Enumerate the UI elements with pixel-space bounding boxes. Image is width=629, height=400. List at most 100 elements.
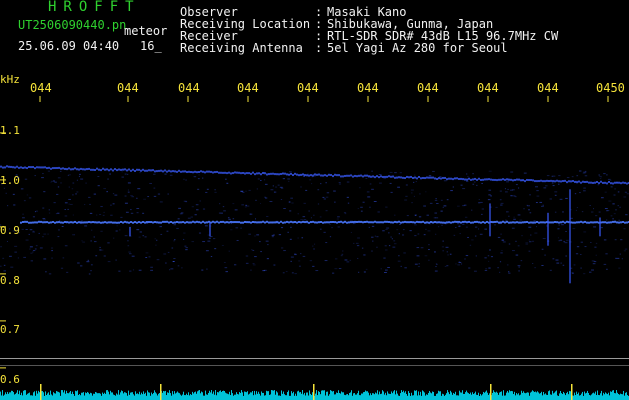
noise-bar	[610, 391, 611, 400]
carrier-upper	[68, 167, 70, 170]
carrier-main	[68, 221, 70, 224]
signal-speckle	[138, 236, 141, 238]
signal-speckle	[290, 226, 292, 228]
noise-bar	[181, 395, 182, 400]
signal-speckle	[89, 212, 93, 214]
signal-speckle	[57, 212, 60, 214]
carrier-main	[348, 221, 350, 224]
signal-speckle	[557, 237, 559, 239]
signal-speckle	[68, 186, 70, 188]
signal-speckle	[404, 199, 408, 201]
signal-speckle	[57, 236, 60, 238]
noise-bar	[144, 393, 145, 400]
noise-bar	[554, 392, 555, 400]
signal-speckle	[199, 200, 201, 202]
noise-bar	[37, 393, 38, 400]
noise-bar	[179, 393, 180, 400]
noise-bar	[126, 393, 127, 400]
signal-speckle	[144, 236, 147, 238]
signal-speckle	[440, 199, 443, 201]
carrier-main	[92, 221, 94, 224]
carrier-main	[436, 221, 438, 224]
noise-bar	[400, 393, 401, 400]
noise-bar	[379, 391, 380, 400]
noise-bar	[566, 393, 567, 400]
carrier-upper	[284, 172, 286, 175]
signal-speckle	[103, 188, 106, 190]
noise-bar	[188, 392, 189, 400]
signal-speckle	[48, 273, 52, 275]
carrier-upper	[312, 174, 314, 177]
carrier-upper	[194, 170, 196, 173]
carrier-upper	[354, 174, 356, 177]
signal-speckle	[579, 192, 581, 194]
signal-speckle	[595, 254, 597, 256]
signal-speckle	[366, 191, 370, 193]
noise-bar	[282, 393, 283, 400]
signal-speckle	[78, 175, 80, 177]
noise-bar	[513, 394, 514, 400]
signal-speckle	[342, 250, 344, 252]
noise-bar	[120, 392, 121, 400]
noise-bar	[415, 390, 416, 400]
carrier-main	[502, 220, 504, 223]
signal-speckle	[271, 236, 274, 238]
noise-bar	[131, 392, 132, 400]
signal-speckle	[313, 175, 316, 177]
signal-speckle	[227, 217, 230, 219]
carrier-main	[142, 220, 144, 223]
signal-speckle	[337, 216, 340, 218]
signal-speckle	[617, 205, 619, 207]
noise-bar	[36, 390, 37, 400]
carrier-upper	[314, 173, 316, 176]
signal-speckle	[24, 178, 28, 180]
noise-bar	[214, 394, 215, 400]
carrier-main	[254, 221, 256, 224]
carrier-upper	[370, 175, 372, 178]
noise-bar	[293, 391, 294, 400]
signal-speckle	[536, 190, 539, 192]
noise-bar	[360, 395, 361, 400]
signal-speckle	[185, 247, 188, 249]
signal-speckle	[405, 195, 408, 197]
carrier-main	[88, 221, 90, 224]
carrier-main	[396, 221, 398, 224]
signal-speckle	[245, 255, 249, 257]
noise-bar	[95, 391, 96, 400]
noise-bar	[152, 394, 153, 400]
carrier-main	[86, 221, 88, 224]
carrier-main	[42, 221, 44, 224]
signal-speckle	[385, 228, 388, 230]
signal-speckle	[64, 202, 68, 204]
carrier-upper	[180, 170, 182, 173]
carrier-main	[422, 220, 424, 223]
signal-speckle	[47, 170, 51, 172]
carrier-upper	[158, 169, 160, 172]
noise-bar	[140, 394, 141, 400]
signal-speckle	[572, 228, 576, 230]
signal-speckle	[80, 219, 83, 221]
carrier-main	[558, 221, 560, 224]
carrier-upper	[54, 167, 56, 170]
signal-speckle	[64, 245, 68, 247]
noise-bar	[297, 391, 298, 400]
signal-speckle	[324, 260, 328, 262]
signal-speckle	[220, 212, 223, 214]
noise-bar	[264, 395, 265, 400]
carrier-main	[30, 221, 32, 224]
signal-speckle	[584, 175, 588, 177]
carrier-upper	[406, 175, 408, 178]
signal-speckle	[427, 230, 431, 232]
signal-speckle	[488, 267, 491, 269]
noise-bar	[486, 390, 487, 400]
signal-speckle	[294, 253, 297, 255]
carrier-upper	[440, 177, 442, 180]
carrier-upper	[290, 172, 292, 175]
signal-speckle	[103, 255, 106, 257]
carrier-main	[262, 220, 264, 223]
signal-speckle	[131, 196, 134, 198]
carrier-upper	[584, 180, 586, 183]
noise-bar	[538, 392, 539, 400]
signal-speckle	[584, 246, 587, 248]
carrier-main	[302, 220, 304, 223]
